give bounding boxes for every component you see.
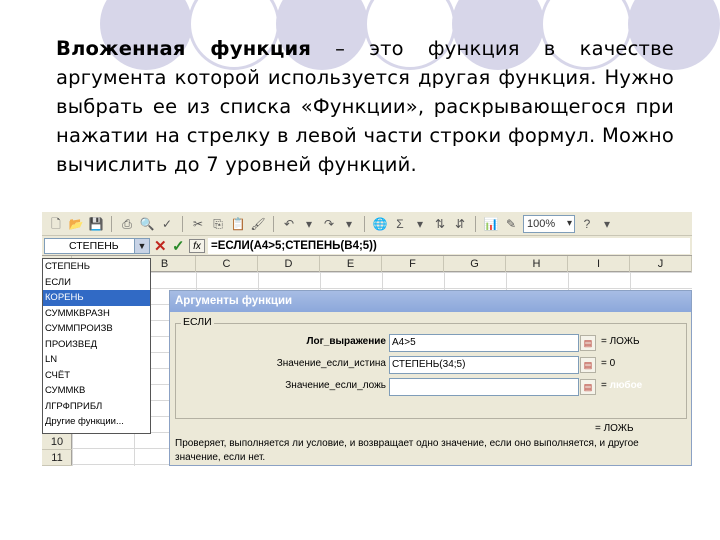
help-icon[interactable]: ? [579,216,595,232]
collapse-dialog-icon[interactable]: ▤ [580,335,596,351]
toolbar-separator [182,215,183,232]
format-painter-icon[interactable]: 🖌 [250,216,266,232]
dropdown-item[interactable]: LN [43,352,150,368]
dropdown-item-more-functions[interactable]: Другие функции... [43,414,150,430]
formula-input[interactable]: =ЕСЛИ(A4>5;СТЕПЕНЬ(B4;5)) [208,238,690,254]
collapse-dialog-icon[interactable]: ▤ [580,357,596,373]
dropdown-arrow-icon[interactable]: ▾ [301,216,317,232]
column-header[interactable]: C [196,256,258,272]
cut-icon[interactable]: ✂ [190,216,206,232]
spellcheck-icon[interactable]: ✓ [159,216,175,232]
argument-row: Значение_если_истина СТЕПЕНЬ(34;5) ▤ = 0 [176,356,688,374]
copy-icon[interactable]: ⎘ [210,216,226,232]
collapse-dialog-icon[interactable]: ▤ [580,379,596,395]
redo-icon[interactable]: ↷ [321,216,337,232]
column-header[interactable]: I [568,256,630,272]
function-result: = ЛОЖЬ [595,423,634,434]
save-icon[interactable]: 💾 [88,216,104,232]
toolbar-separator [111,215,112,232]
column-header[interactable]: H [506,256,568,272]
argument-result: = любое [601,380,642,391]
sort-asc-icon[interactable]: ⇅ [432,216,448,232]
preview-icon[interactable]: 🔍 [139,216,155,232]
dropdown-arrow-icon[interactable]: ▾ [412,216,428,232]
dropdown-item[interactable]: ЛГРФПРИБЛ [43,399,150,415]
hyperlink-icon[interactable]: 🌐 [372,216,388,232]
new-file-icon[interactable]: 🗋 [48,216,64,232]
argument-label: Значение_если_истина [276,358,386,369]
column-header[interactable]: E [320,256,382,272]
column-header[interactable]: J [630,256,692,272]
row-header[interactable]: 10 [42,434,72,450]
dropdown-item[interactable]: СТЕПЕНЬ [43,259,150,275]
definition-paragraph: Вложенная функция – это функция в качест… [56,34,674,179]
column-header[interactable]: D [258,256,320,272]
open-folder-icon[interactable]: 📂 [68,216,84,232]
argument-input-logical-test[interactable]: A4>5 [389,334,579,352]
toolbar: 🗋 📂 💾 ⎙ 🔍 ✓ ✂ ⎘ 📋 🖌 ↶ ▾ ↷ ▾ 🌐 Σ ▾ ⇅ ⇵ 📊 … [42,212,692,236]
result-equals: = [601,380,607,391]
argument-result: = ЛОЖЬ [601,336,640,347]
argument-row: Значение_если_ложь ▤ = любое [176,378,688,396]
function-name-legend: ЕСЛИ [181,316,214,328]
function-arguments-dialog: Аргументы функции ЕСЛИ Лог_выражение A4>… [169,290,692,466]
toolbar-separator [475,215,476,232]
insert-function-icon[interactable]: fx [189,239,205,253]
cancel-icon[interactable]: ✕ [154,237,167,255]
function-description: Проверяет, выполняется ли условие, и воз… [175,438,639,463]
toolbar-options-icon[interactable]: ▾ [599,216,615,232]
result-hint: любое [609,380,643,391]
row-header[interactable]: 11 [42,450,72,466]
argument-label: Лог_выражение [306,336,386,347]
argument-label: Значение_если_ложь [285,380,386,391]
undo-icon[interactable]: ↶ [281,216,297,232]
dropdown-item[interactable]: ПРОИЗВЕД [43,337,150,353]
argument-result: = 0 [601,358,616,369]
column-header[interactable]: G [444,256,506,272]
formula-bar: СТЕПЕНЬ ▼ ✕ ✓ fx =ЕСЛИ(A4>5;СТЕПЕНЬ(B4;5… [42,236,692,256]
dropdown-item-selected[interactable]: КОРЕНЬ [43,290,150,306]
term: Вложенная функция [56,37,312,60]
dropdown-item[interactable]: ЕСЛИ [43,275,150,291]
drawing-icon[interactable]: ✎ [503,216,519,232]
argument-input-value-if-false[interactable] [389,378,579,396]
enter-check-icon[interactable]: ✓ [172,237,185,255]
chart-wizard-icon[interactable]: 📊 [483,216,499,232]
toolbar-separator [273,215,274,232]
column-header[interactable]: F [382,256,444,272]
dropdown-item[interactable]: СУММПРОИЗВ [43,321,150,337]
dropdown-item[interactable]: СУММКВРАЗН [43,306,150,322]
sort-desc-icon[interactable]: ⇵ [452,216,468,232]
autosum-icon[interactable]: Σ [392,216,408,232]
zoom-select[interactable]: 100% [523,214,575,233]
dropdown-arrow-icon[interactable]: ▾ [341,216,357,232]
dropdown-item[interactable]: СУММКВ [43,383,150,399]
function-dropdown-list: СТЕПЕНЬ ЕСЛИ КОРЕНЬ СУММКВРАЗН СУММПРОИЗ… [42,258,151,434]
paste-icon[interactable]: 📋 [230,216,246,232]
arguments-group: ЕСЛИ Лог_выражение A4>5 ▤ = ЛОЖЬ Значени… [175,316,688,419]
dialog-title[interactable]: Аргументы функции [170,291,691,312]
argument-row: Лог_выражение A4>5 ▤ = ЛОЖЬ [176,334,688,352]
excel-screenshot: 🗋 📂 💾 ⎙ 🔍 ✓ ✂ ⎘ 📋 🖌 ↶ ▾ ↷ ▾ 🌐 Σ ▾ ⇅ ⇵ 📊 … [42,212,692,466]
toolbar-separator [364,215,365,232]
print-icon[interactable]: ⎙ [119,216,135,232]
dropdown-item[interactable]: СЧЁТ [43,368,150,384]
argument-input-value-if-true[interactable]: СТЕПЕНЬ(34;5) [389,356,579,374]
name-box-dropdown-arrow-icon[interactable]: ▼ [134,238,150,254]
